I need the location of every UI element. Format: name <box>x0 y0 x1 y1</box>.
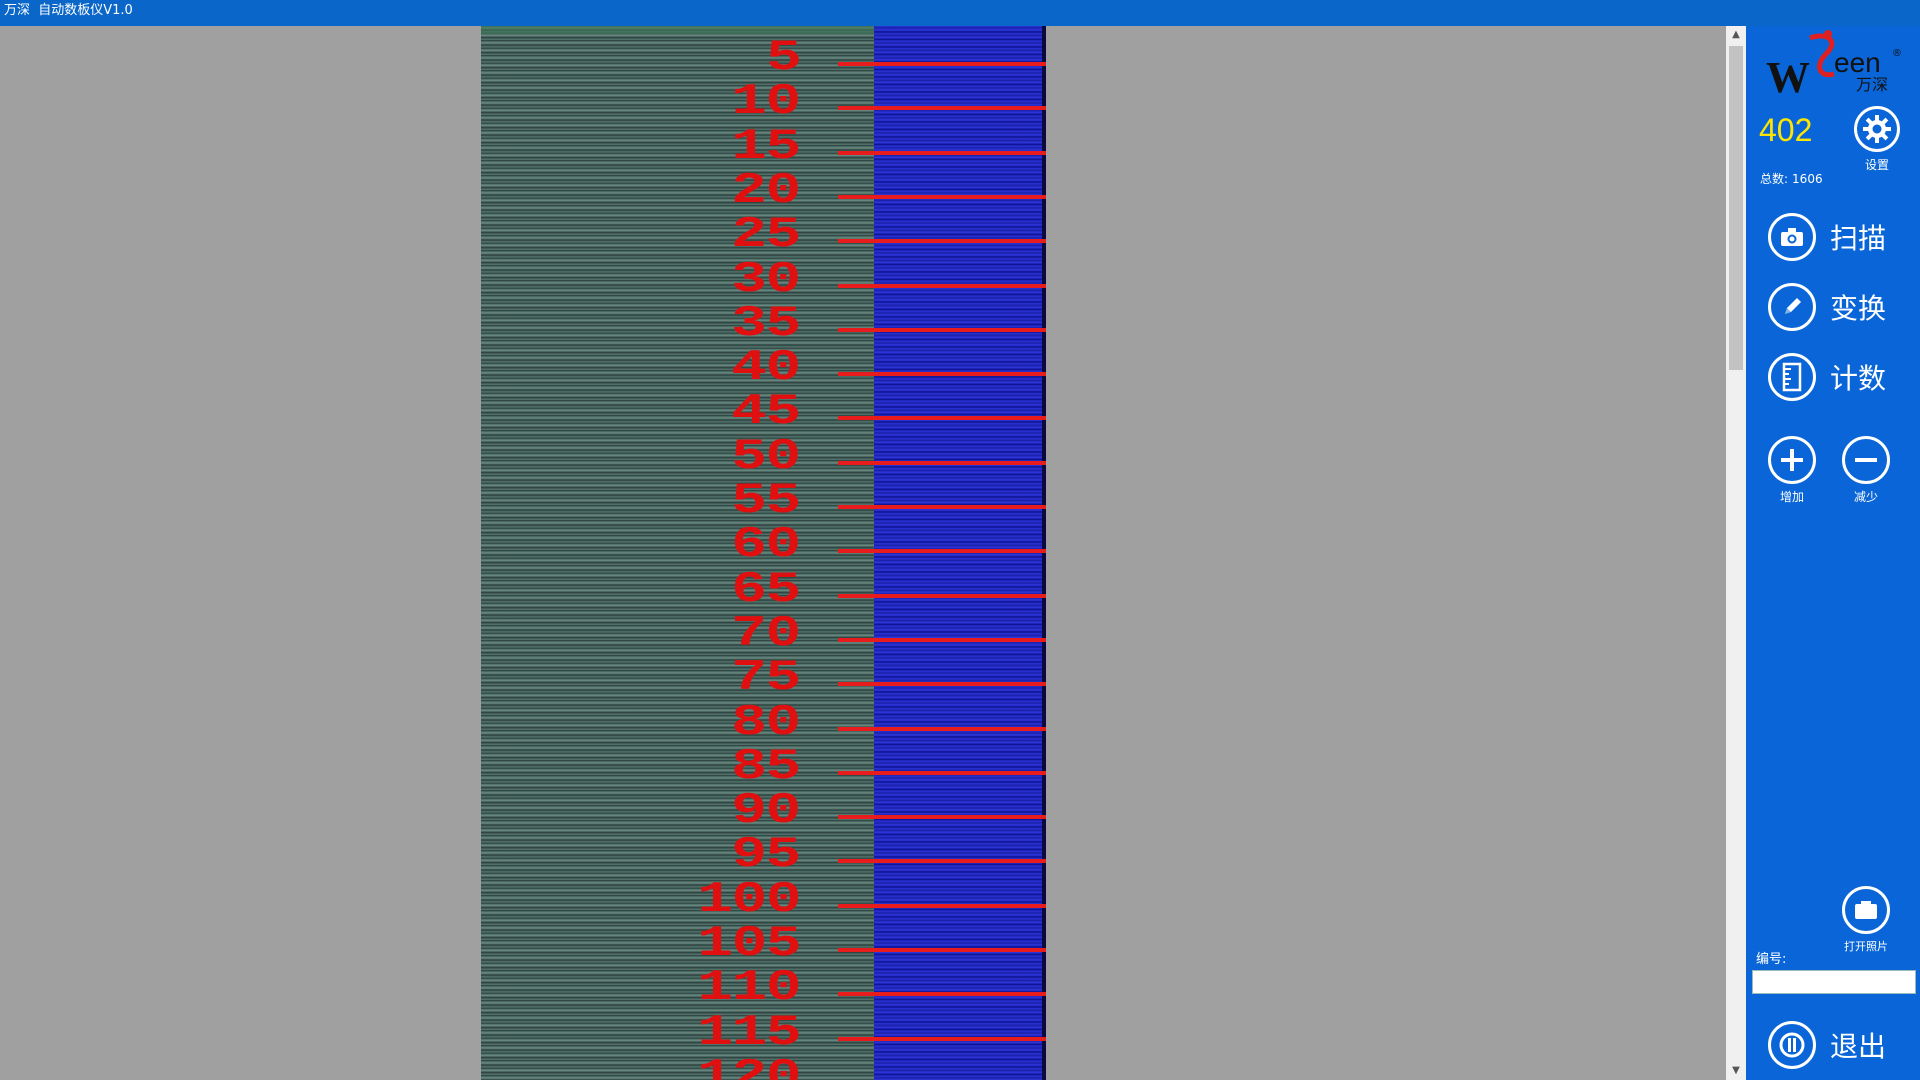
camera-icon <box>1768 213 1816 261</box>
scale-mark-line <box>838 150 1046 155</box>
gear-icon <box>1863 115 1891 143</box>
scale-mark-label: 15 <box>731 121 801 172</box>
transform-button[interactable]: 变换 <box>1768 280 1918 334</box>
power-icon <box>1768 1021 1816 1069</box>
add-button[interactable] <box>1768 436 1816 484</box>
scale-mark-label: 115 <box>697 1007 801 1058</box>
vertical-scrollbar[interactable]: ▲ ▼ <box>1726 26 1746 1080</box>
scale-mark-line <box>838 726 1046 731</box>
minus-icon <box>1855 458 1877 462</box>
svg-text:万深: 万深 <box>1856 75 1888 94</box>
exit-label: 退出 <box>1830 1030 1887 1063</box>
scale-mark-line <box>838 239 1046 244</box>
scale-mark-line <box>838 505 1046 509</box>
scale-mark-line <box>838 372 1046 377</box>
svg-text:W: W <box>1766 53 1810 100</box>
total-count: 总数: 1606 <box>1760 170 1823 187</box>
sidebar: W een ® 万深 402 设置 总数: 1606 扫描 变换 计数 增加 减… <box>1746 26 1920 1080</box>
id-label: 编号: <box>1756 952 1787 967</box>
svg-text:een: een <box>1834 47 1881 78</box>
scale-mark-label: 110 <box>697 963 801 1014</box>
scale-mark-line <box>838 106 1046 111</box>
scale-mark-label: 35 <box>731 298 801 349</box>
image-viewer[interactable]: 5 10 15 20 25 30 35 40 45 50 55 60 65 70 75 80 85 90 95 100… <box>0 26 1746 1080</box>
open-photo-button[interactable] <box>1842 886 1890 934</box>
scale-mark-line <box>838 770 1046 775</box>
scanned-board-image: 5 10 15 20 25 30 35 40 45 50 55 60 65 70 75 80 85 90 95 100… <box>481 26 1046 1080</box>
pencil-icon <box>1768 283 1816 331</box>
scale-mark-line <box>838 903 1046 908</box>
scale-mark-line <box>838 283 1046 288</box>
scale-mark-label: 30 <box>731 254 801 305</box>
scale-mark-label: 85 <box>731 741 801 792</box>
scroll-thumb[interactable] <box>1729 46 1743 370</box>
scale-mark-label: 120 <box>697 1051 801 1080</box>
id-field[interactable] <box>1752 970 1916 994</box>
board-count: 402 <box>1759 112 1813 148</box>
scroll-down-icon[interactable]: ▼ <box>1726 1062 1746 1080</box>
scale-mark-label: 105 <box>697 919 801 969</box>
scale-mark-line <box>838 460 1046 465</box>
exit-button[interactable]: 退出 <box>1768 1018 1918 1072</box>
scale-mark-label: 80 <box>731 697 801 748</box>
scroll-up-icon[interactable]: ▲ <box>1726 26 1746 44</box>
folder-icon <box>1855 901 1877 919</box>
scale-mark-label: 65 <box>731 564 801 615</box>
scale-mark-label: 95 <box>731 830 801 881</box>
wseen-logo: W een ® 万深 <box>1764 30 1904 102</box>
scale-mark-label: 75 <box>731 653 801 704</box>
scale-mark-line <box>838 327 1046 332</box>
scale-mark-line <box>838 682 1046 687</box>
scale-mark-label: 100 <box>697 874 801 925</box>
scale-mark-line <box>838 194 1046 199</box>
plus-icon <box>1781 449 1803 471</box>
scan-label: 扫描 <box>1830 222 1887 255</box>
scale-mark-label: 60 <box>731 520 801 571</box>
scale-mark-label: 10 <box>731 77 801 128</box>
svg-text:®: ® <box>1892 48 1902 59</box>
scan-button[interactable]: 扫描 <box>1768 210 1918 264</box>
scale-mark-label: 55 <box>731 476 801 526</box>
settings-label: 设置 <box>1864 158 1889 172</box>
scale-mark-line <box>838 62 1046 66</box>
counting-label: 计数 <box>1830 362 1887 395</box>
scale-mark-label: 70 <box>731 608 801 659</box>
transform-label: 变换 <box>1830 292 1887 325</box>
scale-mark-line <box>838 992 1046 997</box>
scale-mark-label: 25 <box>731 210 801 261</box>
scale-mark-line <box>838 549 1046 554</box>
scale-mark-line <box>838 416 1046 421</box>
open-photo-label: 打开照片 <box>1844 940 1888 953</box>
total-label: 总数: <box>1760 172 1789 186</box>
reduce-label: 减少 <box>1853 490 1878 504</box>
scale-mark-label: 45 <box>731 387 801 438</box>
ruler-icon <box>1768 353 1816 401</box>
scale-mark-line <box>838 637 1046 642</box>
title-bar: 万深 自动数板仪V1.0 <box>0 0 1920 26</box>
settings-button[interactable] <box>1854 106 1900 152</box>
scale-mark-line <box>838 1036 1046 1041</box>
counting-button[interactable]: 计数 <box>1768 350 1918 404</box>
scale-mark-line <box>838 948 1046 952</box>
scale-mark-label: 50 <box>731 431 801 482</box>
scale-mark-label: 40 <box>731 343 801 394</box>
scale-mark-line <box>838 593 1046 598</box>
scale-mark-line <box>838 815 1046 820</box>
scale-mark-line <box>838 859 1046 864</box>
add-label: 增加 <box>1779 490 1804 504</box>
scale-mark-label: 20 <box>731 165 801 216</box>
total-value: 1606 <box>1792 172 1823 186</box>
scale-mark-label: 90 <box>731 786 801 837</box>
reduce-button[interactable] <box>1842 436 1890 484</box>
scale-mark-label: 5 <box>765 33 802 83</box>
